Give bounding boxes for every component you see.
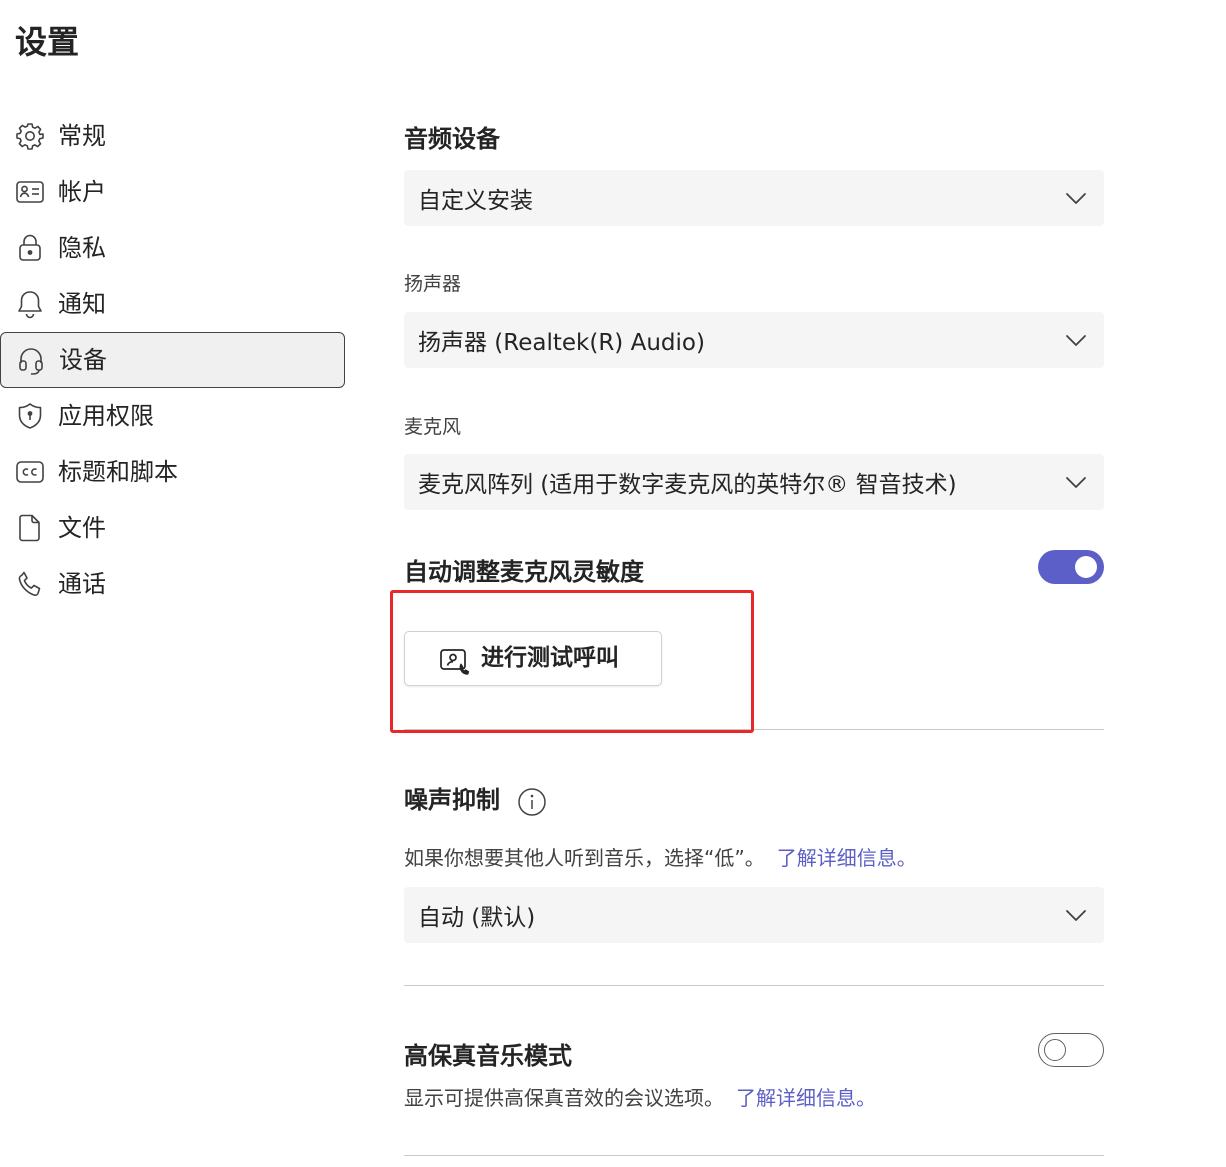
audio-device-value: 自定义安装 (418, 188, 533, 214)
sidebar-item-privacy[interactable]: 隐私 (0, 220, 346, 276)
chevron-down-icon (1066, 477, 1086, 488)
lock-icon (15, 234, 45, 262)
sidebar-item-captions[interactable]: 标题和脚本 (0, 444, 346, 500)
microphone-dropdown[interactable]: 麦克风阵列 (适用于数字麦克风的英特尔® 智音技术) (404, 454, 1104, 510)
speaker-value: 扬声器 (Realtek(R) Audio) (418, 330, 705, 356)
noise-learn-more-link[interactable]: 了解详细信息。 (777, 846, 917, 870)
sidebar-item-files[interactable]: 文件 (0, 500, 346, 556)
sidebar-item-label: 应用权限 (58, 402, 154, 430)
auto-adjust-mic-toggle[interactable] (1038, 550, 1104, 584)
noise-suppression-value: 自动 (默认) (418, 905, 536, 931)
chevron-down-icon (1066, 910, 1086, 921)
sidebar-item-label: 通话 (58, 570, 106, 598)
test-call-icon (440, 649, 470, 675)
headset-icon (16, 347, 46, 375)
noise-desc-text: 如果你想要其他人听到音乐，选择“低”。 (404, 846, 765, 870)
audio-devices-heading: 音频设备 (404, 125, 500, 153)
hifi-desc-text: 显示可提供高保真音效的会议选项。 (404, 1086, 724, 1110)
section-divider (404, 985, 1104, 986)
id-card-icon (15, 178, 45, 206)
sidebar-item-devices[interactable]: 设备 (0, 332, 345, 388)
speaker-label: 扬声器 (404, 273, 462, 295)
toggle-knob (1075, 556, 1097, 578)
bell-icon (15, 290, 45, 319)
page-title: 设置 (15, 23, 80, 61)
sidebar-item-label: 标题和脚本 (58, 458, 178, 486)
section-divider (404, 729, 1104, 730)
file-icon (15, 514, 45, 542)
noise-suppression-heading: 噪声抑制 (404, 786, 500, 814)
test-call-label: 进行测试呼叫 (481, 645, 619, 671)
sidebar-item-label: 设备 (59, 346, 107, 374)
hifi-description: 显示可提供高保真音效的会议选项。 了解详细信息。 (404, 1083, 876, 1113)
shield-icon (15, 402, 45, 430)
settings-sidebar: 常规 帐户 隐私 通知 设备 应用权限 标题和脚本 文件 通话 (0, 108, 346, 612)
sidebar-item-general[interactable]: 常规 (0, 108, 346, 164)
toggle-knob (1044, 1039, 1066, 1061)
sidebar-item-label: 文件 (58, 514, 106, 542)
chevron-down-icon (1066, 335, 1086, 346)
info-icon[interactable] (517, 787, 547, 817)
hifi-learn-more-link[interactable]: 了解详细信息。 (736, 1086, 876, 1110)
section-divider (404, 1155, 1104, 1156)
hifi-music-mode-toggle[interactable] (1038, 1033, 1104, 1067)
chevron-down-icon (1066, 193, 1086, 204)
microphone-label: 麦克风 (404, 416, 462, 438)
closed-caption-icon (15, 458, 45, 486)
speaker-dropdown[interactable]: 扬声器 (Realtek(R) Audio) (404, 312, 1104, 368)
microphone-value: 麦克风阵列 (适用于数字麦克风的英特尔® 智音技术) (418, 472, 957, 498)
test-call-button[interactable]: 进行测试呼叫 (404, 631, 662, 686)
sidebar-item-label: 通知 (58, 290, 106, 318)
noise-suppression-description: 如果你想要其他人听到音乐，选择“低”。 了解详细信息。 (404, 843, 917, 873)
sidebar-item-notifications[interactable]: 通知 (0, 276, 346, 332)
audio-device-dropdown[interactable]: 自定义安装 (404, 170, 1104, 226)
sidebar-item-app-permissions[interactable]: 应用权限 (0, 388, 346, 444)
sidebar-item-label: 常规 (58, 122, 106, 150)
sidebar-item-calls[interactable]: 通话 (0, 556, 346, 612)
sidebar-item-account[interactable]: 帐户 (0, 164, 346, 220)
hifi-music-mode-heading: 高保真音乐模式 (404, 1042, 572, 1070)
auto-adjust-mic-label: 自动调整麦克风灵敏度 (404, 558, 644, 586)
phone-icon (15, 570, 45, 598)
sidebar-item-label: 帐户 (58, 178, 106, 206)
gear-icon (15, 122, 45, 150)
noise-suppression-dropdown[interactable]: 自动 (默认) (404, 887, 1104, 943)
sidebar-item-label: 隐私 (58, 234, 106, 262)
